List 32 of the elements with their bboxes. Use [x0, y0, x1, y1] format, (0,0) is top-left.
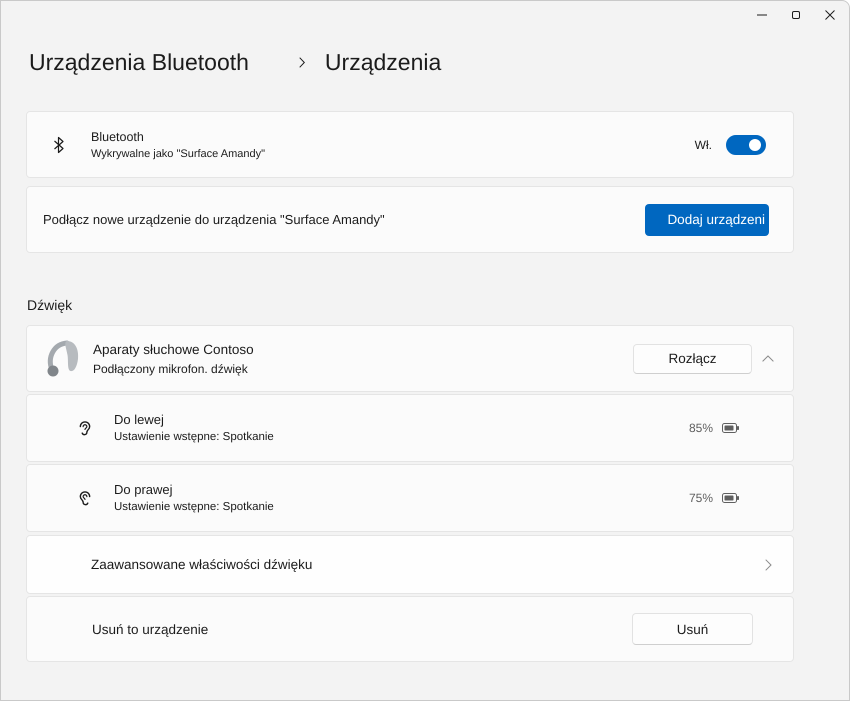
battery-icon	[722, 423, 739, 433]
bluetooth-icon	[53, 136, 65, 154]
earpiece-preset: Ustawienie wstępne: Spotkanie	[114, 500, 274, 515]
remove-device-label: Usuń to urządzenie	[92, 622, 210, 636]
disconnect-button[interactable]: Rozłącz	[633, 344, 752, 374]
battery-percent: 85%	[688, 421, 713, 435]
maximize-icon[interactable]	[791, 10, 801, 20]
device-status: Podłączony mikrofon. dźwięk	[93, 360, 248, 376]
bluetooth-title: Bluetooth	[91, 128, 144, 144]
ear-icon	[78, 490, 92, 506]
earpiece-preset: Ustawienie wstępne: Spotkanie	[114, 430, 274, 445]
page-title: Urządzenia	[324, 48, 442, 77]
earpiece-name: Do prawej	[114, 481, 173, 498]
add-device-button[interactable]: Dodaj urządzeni	[645, 204, 769, 236]
toggle-state-label: Wł.	[694, 138, 712, 152]
breadcrumb-link[interactable]: Urządzenia Bluetooth	[29, 47, 249, 77]
section-heading: Dźwięk	[27, 296, 72, 315]
ear-icon	[78, 420, 92, 436]
chevron-right-icon	[765, 558, 772, 570]
remove-button[interactable]: Usuń	[632, 613, 753, 645]
device-name: Aparaty słuchowe Contoso	[93, 340, 254, 358]
advanced-settings-label: Zaawansowane właściwości dźwięku	[91, 557, 314, 572]
chevron-right-icon	[298, 56, 305, 68]
bluetooth-toggle[interactable]	[726, 134, 766, 154]
battery-icon	[722, 493, 739, 503]
bluetooth-subtitle: Wykrywalne jako "Surface Amandy"	[91, 146, 266, 160]
add-device-text: Podłącz nowe urządzenie do urządzenia "Surface Amandy"	[43, 212, 386, 227]
close-icon[interactable]	[825, 10, 835, 20]
battery-percent: 75%	[688, 491, 713, 505]
chevron-up-icon[interactable]	[762, 355, 774, 362]
advanced-settings-card[interactable]: Zaawansowane właściwości dźwięku	[26, 535, 794, 594]
earpiece-name: Do lewej	[114, 411, 164, 428]
